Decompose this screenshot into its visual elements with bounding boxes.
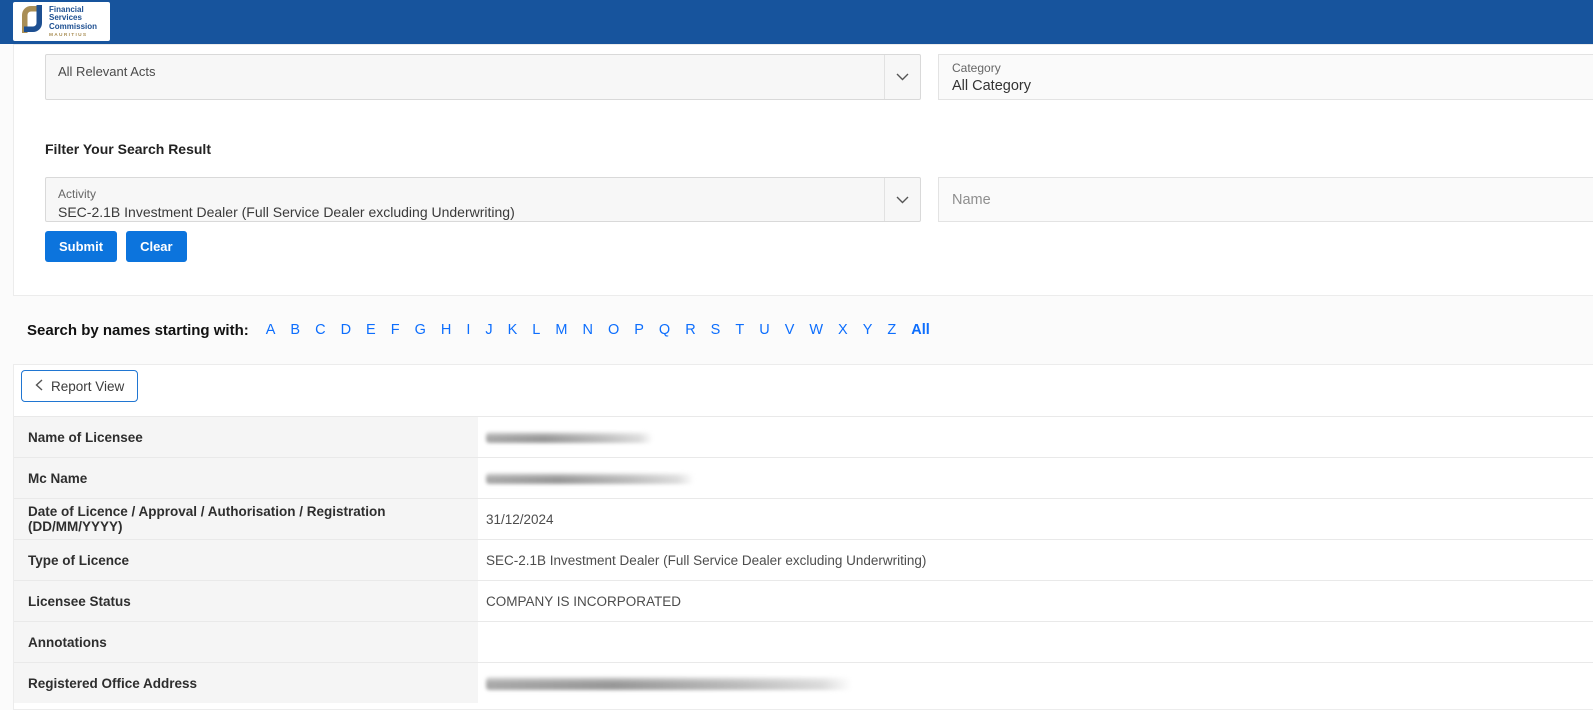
alpha-link-V[interactable]: V [785, 322, 795, 338]
alpha-link-S[interactable]: S [711, 322, 721, 338]
filter-heading: Filter Your Search Result [45, 141, 211, 157]
alpha-link-Y[interactable]: Y [863, 322, 873, 338]
alphabet-nav-label: Search by names starting with: [27, 322, 249, 339]
alphabet-nav: Search by names starting with: ABCDEFGHI… [0, 296, 1593, 364]
table-row: Registered Office Address [14, 662, 1593, 703]
activity-label: Activity [58, 187, 872, 201]
alpha-link-O[interactable]: O [608, 322, 619, 338]
activity-select[interactable]: Activity SEC-2.1B Investment Dealer (Ful… [45, 177, 921, 222]
redacted-value-bar [486, 432, 653, 443]
alpha-link-Z[interactable]: Z [887, 322, 896, 338]
category-label: Category [952, 61, 1581, 75]
alpha-link-K[interactable]: K [508, 322, 518, 338]
row-label: Name of Licensee [14, 417, 478, 457]
redacted-value-bar [486, 677, 852, 690]
row-value [478, 663, 1593, 703]
relevant-acts-label: All Relevant Acts [58, 64, 872, 79]
row-value: 31/12/2024 [478, 499, 1593, 539]
table-row: Date of Licence / Approval / Authorisati… [14, 498, 1593, 539]
submit-button[interactable]: Submit [45, 231, 117, 262]
alpha-link-I[interactable]: I [466, 322, 470, 338]
row-label: Registered Office Address [14, 663, 478, 703]
relevant-acts-select[interactable]: All Relevant Acts [45, 54, 921, 100]
category-field[interactable]: Category All Category [938, 54, 1593, 100]
alpha-link-Q[interactable]: Q [659, 322, 670, 338]
alpha-link-C[interactable]: C [315, 322, 325, 338]
row-label: Date of Licence / Approval / Authorisati… [14, 499, 478, 539]
table-row: Licensee StatusCOMPANY IS INCORPORATED [14, 580, 1593, 621]
activity-chevron-cell[interactable] [884, 178, 920, 221]
report-view-label: Report View [51, 379, 124, 394]
redacted-value-bar [486, 473, 694, 484]
table-row: Type of LicenceSEC-2.1B Investment Deale… [14, 539, 1593, 580]
row-label: Licensee Status [14, 581, 478, 621]
logo-line-commission: Commission [49, 23, 97, 32]
row-label: Type of Licence [14, 540, 478, 580]
alpha-link-D[interactable]: D [341, 322, 351, 338]
row-value: SEC-2.1B Investment Dealer (Full Service… [478, 540, 1593, 580]
fsc-logo-text: Financial Services Commission MAURITIUS [49, 6, 97, 38]
alpha-link-X[interactable]: X [838, 322, 848, 338]
category-value: All Category [952, 78, 1581, 94]
alpha-link-L[interactable]: L [532, 322, 540, 338]
clear-button[interactable]: Clear [126, 231, 187, 262]
alpha-link-R[interactable]: R [685, 322, 695, 338]
alpha-link-all[interactable]: All [911, 322, 930, 338]
search-panel: All Relevant Acts Category All Category … [13, 44, 1593, 296]
table-row: Annotations [14, 621, 1593, 662]
row-label: Mc Name [14, 458, 478, 498]
alpha-link-B[interactable]: B [290, 322, 300, 338]
alpha-link-T[interactable]: T [735, 322, 744, 338]
alpha-link-F[interactable]: F [391, 322, 400, 338]
table-row: Name of Licensee [14, 416, 1593, 457]
logo-line-mauritius: MAURITIUS [49, 33, 97, 38]
alpha-link-P[interactable]: P [634, 322, 644, 338]
alpha-link-A[interactable]: A [266, 322, 276, 338]
alpha-link-U[interactable]: U [759, 322, 769, 338]
name-input[interactable] [938, 177, 1593, 222]
form-buttons: Submit Clear [45, 231, 187, 262]
alpha-link-J[interactable]: J [485, 322, 492, 338]
alpha-link-H[interactable]: H [441, 322, 451, 338]
alpha-link-G[interactable]: G [415, 322, 426, 338]
table-row: Mc Name [14, 457, 1593, 498]
alphabet-letter-links: ABCDEFGHIJKLMNOPQRSTUVWXYZ [266, 322, 897, 338]
alpha-link-M[interactable]: M [555, 322, 567, 338]
row-value [478, 622, 1593, 662]
results-panel: Report View Name of LicenseeMc NameDate … [13, 364, 1593, 710]
activity-value: SEC-2.1B Investment Dealer (Full Service… [58, 204, 872, 220]
chevron-down-icon [896, 191, 909, 209]
alpha-link-N[interactable]: N [582, 322, 592, 338]
chevron-down-icon [896, 68, 909, 86]
chevron-left-icon [35, 379, 43, 394]
row-value [478, 417, 1593, 457]
licensee-detail-table: Name of LicenseeMc NameDate of Licence /… [14, 416, 1593, 703]
row-value [478, 458, 1593, 498]
relevant-acts-chevron-cell[interactable] [884, 55, 920, 99]
top-navbar: Financial Services Commission MAURITIUS [0, 0, 1593, 44]
fsc-logo-mark-icon [19, 3, 45, 40]
report-view-button[interactable]: Report View [21, 370, 138, 402]
row-label: Annotations [14, 622, 478, 662]
row-value: COMPANY IS INCORPORATED [478, 581, 1593, 621]
alpha-link-E[interactable]: E [366, 322, 376, 338]
fsc-logo[interactable]: Financial Services Commission MAURITIUS [13, 2, 110, 41]
alpha-link-W[interactable]: W [809, 322, 823, 338]
